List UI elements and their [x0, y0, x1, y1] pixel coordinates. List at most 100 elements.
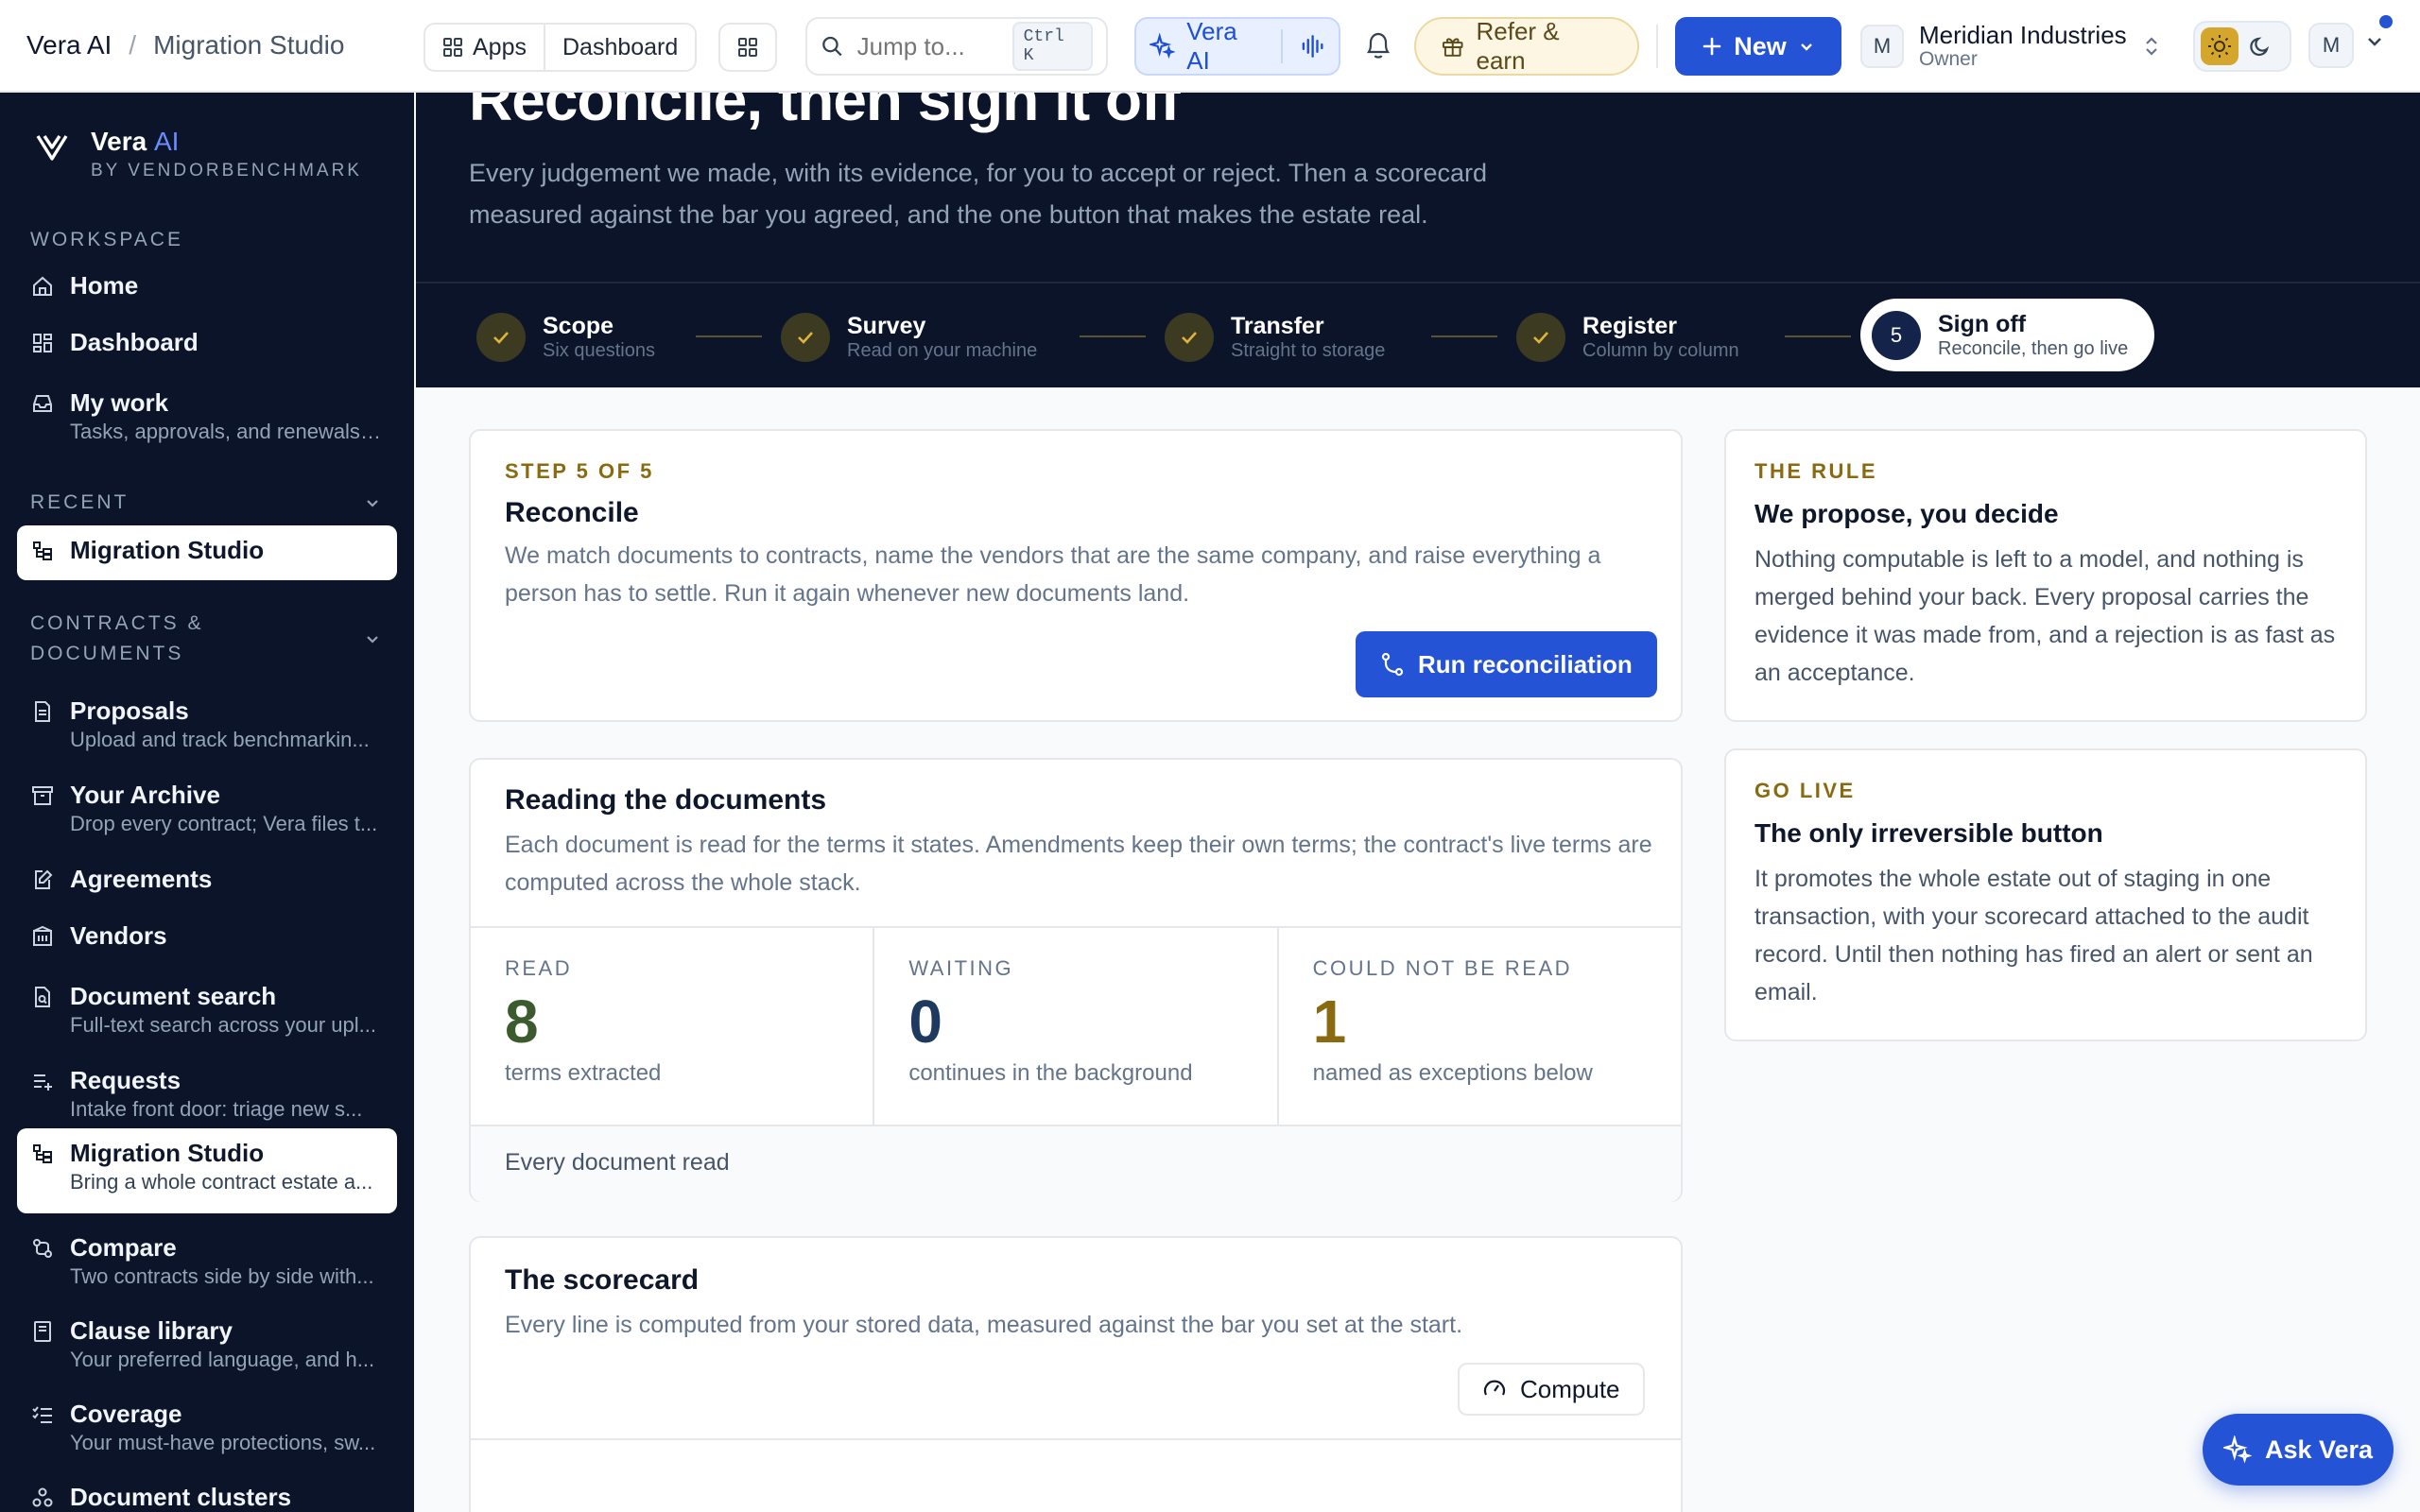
step-title: Register [1582, 313, 1678, 339]
stat-label: READ [505, 956, 573, 980]
sidebar-item-label: Compare [70, 1233, 177, 1262]
vera-ai-button[interactable]: Vera AI [1134, 17, 1340, 76]
step-survey[interactable]: Survey Read on your machine [781, 312, 1037, 362]
breadcrumb-app[interactable]: Vera AI [26, 30, 112, 60]
layout-grid-icon [738, 38, 757, 57]
step-sign-off[interactable]: 5 Sign off Reconcile, then go live [1860, 299, 2155, 371]
compare-icon [30, 1234, 55, 1263]
ask-vera-button[interactable]: Ask Vera [2203, 1414, 2394, 1486]
archive-icon [30, 782, 55, 810]
stat-label: COULD NOT BE READ [1312, 956, 1573, 980]
step-subtitle: Read on your machine [847, 340, 1038, 361]
breadcrumb-separator: / [129, 30, 137, 60]
sidebar-item-label: Proposals [70, 696, 189, 725]
sidebar-item-label: Document clusters [70, 1483, 292, 1511]
dashboard-button[interactable]: Dashboard [543, 25, 695, 70]
sidebar-item-coverage[interactable]: Coverage Your must-have protections, sw..… [17, 1389, 397, 1466]
sidebar-item-compare[interactable]: Compare Two contracts side by side with..… [17, 1223, 397, 1299]
sidebar-item-document-search[interactable]: Document search Full-text search across y… [17, 971, 397, 1048]
new-button[interactable]: New [1675, 17, 1841, 76]
sidebar-item-document-clusters[interactable]: Document clusters [17, 1472, 397, 1512]
sidebar: Vera AI BY VENDORBENCHMARK WORKSPACE Hom… [0, 93, 414, 1512]
brand-name: Vera [91, 127, 147, 156]
compute-label: Compute [1520, 1374, 1620, 1403]
rule-eyebrow: THE RULE [1754, 459, 1877, 483]
layout-grid-button[interactable] [718, 23, 777, 72]
voice-waveform-icon[interactable] [1300, 33, 1325, 60]
chevron-up-down-icon [2145, 37, 2157, 56]
sidebar-item-sub: Two contracts side by side with... [70, 1263, 374, 1288]
brand[interactable]: Vera AI BY VENDORBENCHMARK [34, 127, 362, 181]
step-scope[interactable]: Scope Six questions [476, 312, 655, 362]
page-description: Every judgement we made, with its eviden… [469, 159, 1488, 229]
search-input[interactable] [856, 31, 999, 61]
stat-caption: continues in the background [908, 1060, 1193, 1086]
sidebar-recent-migration-studio[interactable]: Migration Studio [17, 525, 397, 580]
sidebar-item-label: Document search [70, 982, 277, 1010]
dashboard-label: Dashboard [562, 33, 679, 60]
step-connector [1080, 335, 1146, 337]
sidebar-item-your-archive[interactable]: Your Archive Drop every contract; Vera fi… [17, 770, 397, 847]
step-register[interactable]: Register Column by column [1516, 312, 1739, 362]
apps-button[interactable]: Apps [425, 25, 544, 70]
section-recent: RECENT [30, 491, 130, 513]
reconcile-title: Reconcile [505, 497, 639, 528]
jump-search[interactable]: Ctrl K [805, 17, 1108, 76]
step-transfer[interactable]: Transfer Straight to storage [1165, 312, 1385, 362]
moon-icon[interactable] [2248, 34, 2273, 59]
stat-label: WAITING [908, 956, 1014, 980]
sidebar-item-agreements[interactable]: Agreements [17, 854, 397, 904]
migration-icon [30, 537, 55, 565]
refer-earn-button[interactable]: Refer & earn [1414, 17, 1639, 76]
chevron-down-icon [1800, 43, 1812, 51]
topbar-divider [1656, 25, 1658, 68]
stat-value: 0 [908, 988, 942, 1056]
scorecard-divider [471, 1438, 1681, 1440]
compute-button[interactable]: Compute [1458, 1363, 1645, 1416]
reconcile-card: STEP 5 OF 5 Reconcile We match documents… [469, 429, 1683, 722]
sidebar-item-label: Agreements [70, 865, 213, 893]
stat-value: 1 [1312, 988, 1347, 1056]
sidebar-item-proposals[interactable]: Proposals Upload and track benchmarkin... [17, 686, 397, 763]
notifications-button[interactable] [1359, 26, 1397, 64]
theme-toggle[interactable] [2193, 21, 2291, 72]
contracts-collapse-chevron-icon[interactable] [363, 629, 382, 648]
apps-dashboard-switch: Apps Dashboard [424, 23, 698, 72]
sidebar-item-vendors[interactable]: Vendors [17, 911, 397, 961]
check-icon [476, 312, 526, 362]
go-live-card: GO LIVE The only irreversible button It … [1724, 748, 2367, 1041]
scorecard-body: Every line is computed from your stored … [505, 1312, 1463, 1338]
recent-collapse-chevron-icon[interactable] [363, 493, 382, 512]
sidebar-item-label: Migration Studio [70, 1139, 265, 1167]
new-label: New [1734, 31, 1787, 60]
reconcile-body: We match documents to contracts, name th… [505, 542, 1601, 607]
sidebar-item-home[interactable]: Home [17, 261, 397, 311]
sidebar-item-clause-library[interactable]: Clause library Your preferred language, a… [17, 1306, 397, 1383]
sidebar-item-label: My work [70, 388, 169, 417]
bell-icon [1366, 32, 1391, 59]
sparkle-icon [1150, 33, 1176, 60]
sidebar-item-dashboard[interactable]: Dashboard [17, 318, 397, 368]
search-shortcut: Ctrl K [1011, 22, 1093, 71]
org-switcher[interactable]: M Meridian Industries Owner [1860, 13, 2161, 79]
reading-documents-card: Reading the documents Each document is r… [469, 758, 1683, 1202]
user-menu-chevron-icon[interactable] [2365, 32, 2384, 51]
section-contracts-documents: CONTRACTS & DOCUMENTS [30, 612, 204, 664]
step-connector [696, 335, 762, 337]
document-icon [30, 697, 55, 726]
sparkle-icon [2222, 1435, 2252, 1464]
sun-icon [2208, 35, 2231, 58]
document-search-icon [30, 983, 55, 1011]
sidebar-item-my-work[interactable]: My work Tasks, approvals, and renewals ..… [17, 378, 397, 455]
run-reconciliation-button[interactable]: Run reconciliation [1356, 631, 1657, 697]
grid-icon [443, 38, 462, 57]
sidebar-item-migration-studio[interactable]: Migration Studio Bring a whole contract e… [17, 1128, 397, 1213]
edit-document-icon [30, 866, 55, 894]
step-subtitle: Reconcile, then go live [1938, 338, 2129, 359]
brand-subtitle: BY VENDORBENCHMARK [91, 161, 362, 180]
user-avatar[interactable]: M [2308, 23, 2354, 68]
run-reconciliation-label: Run reconciliation [1418, 649, 1633, 679]
sidebar-item-label: Dashboard [70, 328, 199, 356]
sidebar-item-requests[interactable]: Requests Intake front door: triage new s.… [17, 1056, 397, 1132]
light-mode-button[interactable] [2201, 27, 2238, 65]
